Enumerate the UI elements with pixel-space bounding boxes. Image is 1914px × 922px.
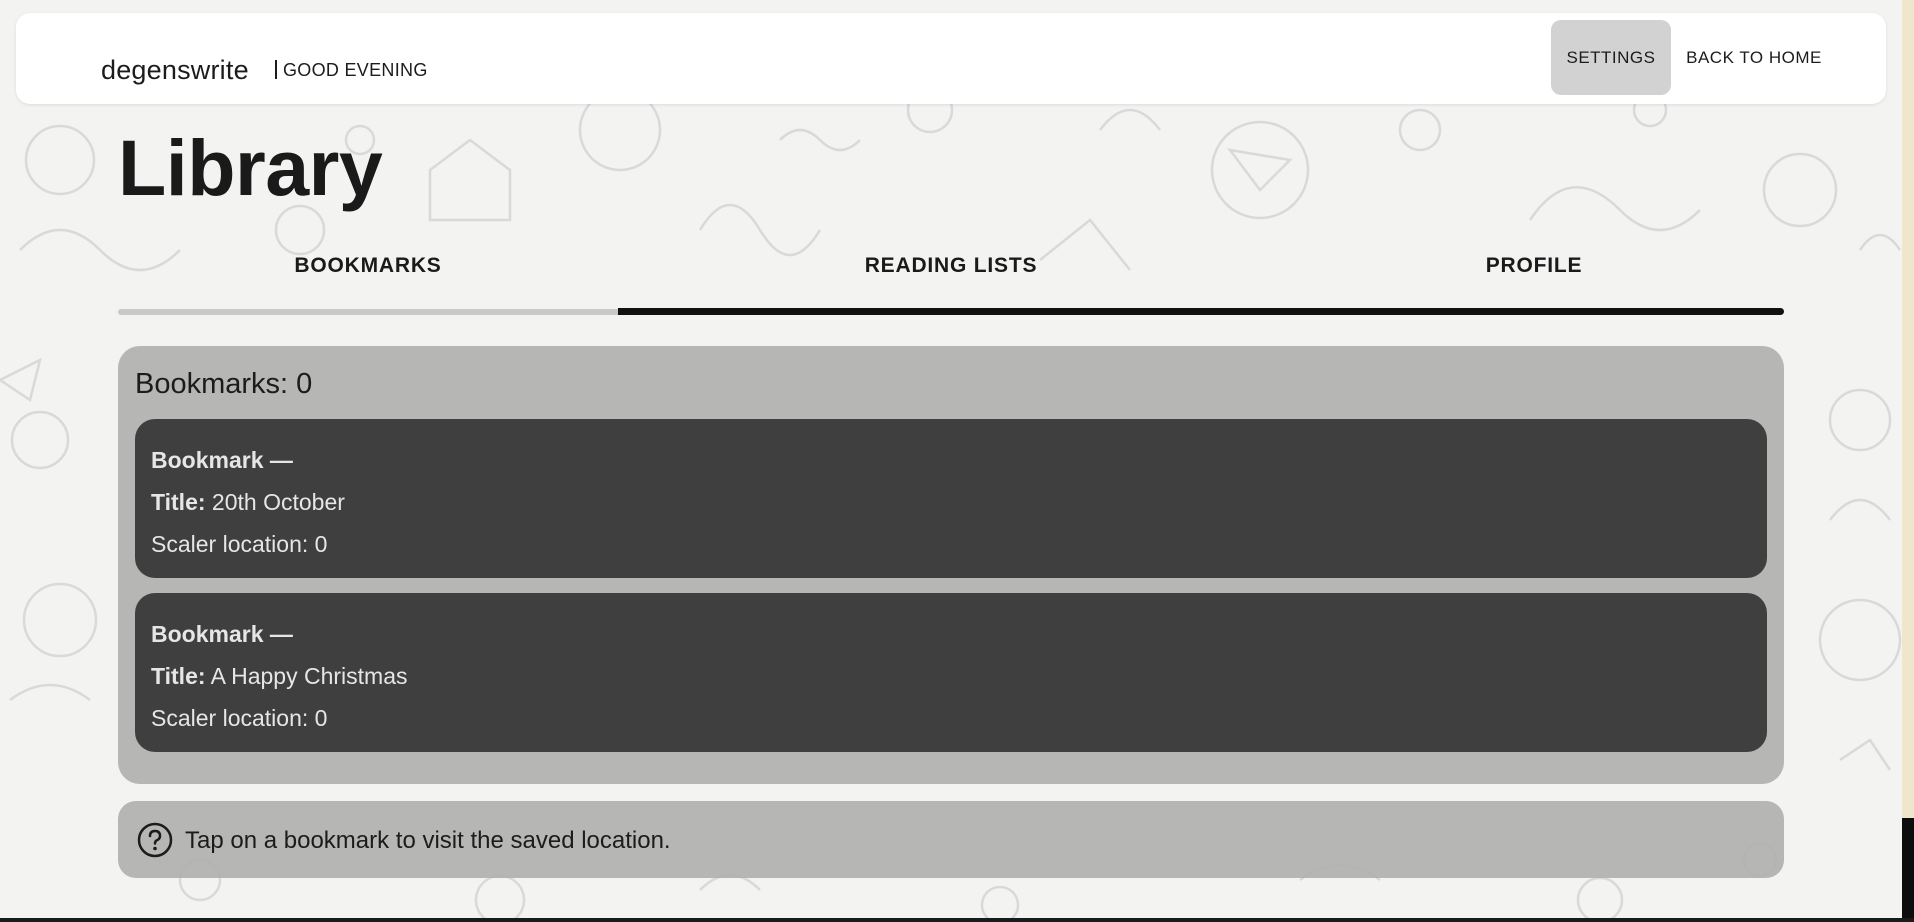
page-title: Library	[118, 123, 383, 212]
tab-underline-active	[618, 308, 1784, 315]
window-bottom-edge	[0, 918, 1914, 922]
bookmark-card[interactable]: Bookmark — Title: A Happy Christmas Scal…	[135, 593, 1767, 752]
back-to-home-button[interactable]: BACK TO HOME	[1679, 20, 1829, 95]
bookmark-heading: Bookmark —	[151, 447, 293, 473]
window-edge-dark	[1902, 818, 1914, 922]
bookmark-heading: Bookmark —	[151, 621, 293, 647]
brand-name[interactable]: degenswrite	[101, 55, 249, 86]
bookmark-location: Scaler location: 0	[151, 705, 328, 731]
greeting-divider	[275, 60, 277, 79]
tab-bookmarks[interactable]: BOOKMARKS	[118, 254, 618, 278]
greeting: GOOD EVENING	[275, 60, 428, 81]
settings-button[interactable]: SETTINGS	[1551, 20, 1671, 95]
bookmark-title-value: 20th October	[205, 489, 345, 515]
window-edge	[1902, 0, 1914, 922]
hint-box: Tap on a bookmark to visit the saved loc…	[118, 801, 1784, 878]
bookmark-title-label: Title:	[151, 489, 206, 515]
question-circle-icon	[137, 822, 173, 858]
bookmark-title: Title: A Happy Christmas	[151, 663, 408, 690]
bookmark-title-value: A Happy Christmas	[205, 663, 408, 689]
bookmark-title-label: Title:	[151, 663, 206, 689]
bookmarks-panel: Bookmarks: 0 Bookmark — Title: 20th Octo…	[118, 346, 1784, 784]
tab-reading-lists[interactable]: READING LISTS	[618, 254, 1284, 278]
top-navbar: degenswrite GOOD EVENING SETTINGS BACK T…	[16, 13, 1886, 104]
tab-underline-inactive	[118, 309, 618, 315]
app-viewport: degenswrite GOOD EVENING SETTINGS BACK T…	[0, 0, 1902, 918]
bookmarks-count: Bookmarks: 0	[135, 368, 313, 400]
bookmark-title: Title: 20th October	[151, 489, 345, 516]
greeting-text: GOOD EVENING	[283, 60, 428, 80]
tab-profile[interactable]: PROFILE	[1284, 254, 1784, 278]
bookmark-location: Scaler location: 0	[151, 531, 328, 557]
bookmark-card[interactable]: Bookmark — Title: 20th October Scaler lo…	[135, 419, 1767, 578]
hint-text: Tap on a bookmark to visit the saved loc…	[185, 827, 671, 854]
